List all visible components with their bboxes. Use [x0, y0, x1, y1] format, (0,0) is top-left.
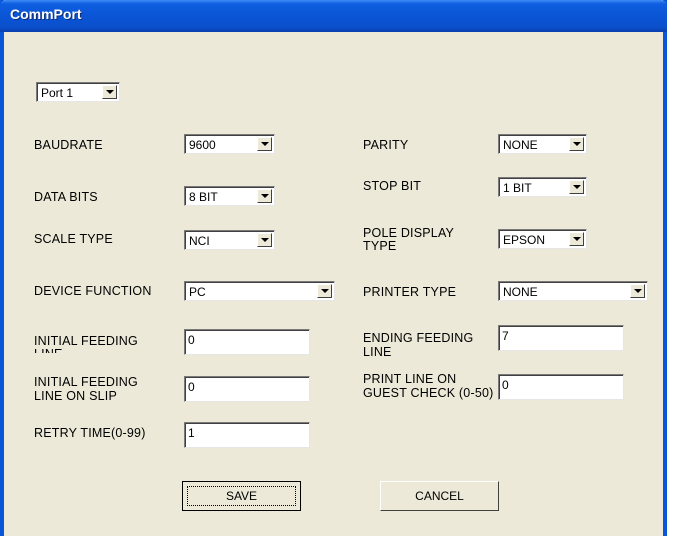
ending-feeding-line-label-line1: ENDING FEEDING [363, 331, 474, 345]
parity-select[interactable]: NONE [498, 134, 587, 154]
chevron-down-icon [573, 185, 581, 189]
chevron-down-icon [106, 90, 114, 94]
chevron-down-icon [261, 142, 269, 146]
ending-feeding-line-input[interactable]: 7 [498, 325, 624, 351]
initial-feeding-line-on-slip-input[interactable]: 0 [184, 376, 310, 402]
retry-time-label: RETRY TIME(0-99) [34, 426, 146, 440]
printer-type-dropdown-button[interactable] [630, 284, 645, 298]
print-line-on-guest-check-input[interactable]: 0 [498, 374, 624, 400]
parity-label: PARITY [363, 138, 409, 152]
printer-type-label: PRINTER TYPE [363, 285, 457, 299]
initial-feeding-line-on-slip-value: 0 [188, 380, 195, 394]
stop-bit-dropdown-button[interactable] [569, 180, 584, 194]
chevron-down-icon [573, 142, 581, 146]
ending-feeding-line-label-line2: LINE [363, 345, 392, 359]
chevron-down-icon [634, 289, 642, 293]
data-bits-dropdown-button[interactable] [257, 189, 272, 203]
parity-dropdown-button[interactable] [569, 137, 584, 151]
stop-bit-select[interactable]: 1 BIT [498, 177, 587, 197]
port-dropdown-button[interactable] [102, 85, 117, 99]
data-bits-value: 8 BIT [189, 190, 218, 204]
port-select[interactable]: Port 1 [36, 82, 120, 102]
device-function-value: PC [189, 285, 206, 299]
device-function-label: DEVICE FUNCTION [34, 284, 152, 298]
device-function-dropdown-button[interactable] [317, 284, 332, 298]
initial-feeding-line-on-slip-label-line2: LINE ON SLIP [34, 389, 117, 403]
printer-type-select[interactable]: NONE [498, 281, 648, 301]
initial-feeding-line-value: 0 [188, 333, 195, 347]
retry-time-input[interactable]: 1 [184, 422, 310, 448]
chevron-down-icon [261, 194, 269, 198]
print-line-on-guest-check-label-line1: PRINT LINE ON [363, 372, 457, 386]
port-select-value: Port 1 [41, 86, 74, 100]
scale-type-label: SCALE TYPE [34, 232, 113, 246]
ending-feeding-line-value: 7 [502, 329, 509, 343]
initial-feeding-line-input[interactable]: 0 [184, 329, 310, 355]
device-function-select[interactable]: PC [184, 281, 335, 301]
cancel-button-label: CANCEL [415, 489, 464, 503]
print-line-on-guest-check-label-line2: GUEST CHECK (0-50) [363, 386, 494, 400]
scale-type-dropdown-button[interactable] [257, 233, 272, 247]
pole-display-type-select[interactable]: EPSON [498, 229, 587, 249]
window-title: CommPort [10, 6, 82, 22]
baudrate-label: BAUDRATE [34, 138, 103, 152]
printer-type-value: NONE [503, 285, 538, 299]
commport-window: CommPort Port 1 BAUDRATE 9600 PARITY NON… [0, 0, 667, 536]
data-bits-select[interactable]: 8 BIT [184, 186, 275, 206]
stop-bit-value: 1 BIT [503, 181, 532, 195]
save-button-focus-ring [187, 486, 296, 506]
parity-value: NONE [503, 138, 538, 152]
chevron-down-icon [261, 238, 269, 242]
retry-time-value: 1 [188, 426, 195, 440]
data-bits-label: DATA BITS [34, 190, 98, 204]
stop-bit-label: STOP BIT [363, 179, 422, 193]
save-button[interactable]: SAVE [182, 481, 301, 511]
chevron-down-icon [573, 237, 581, 241]
cancel-button[interactable]: CANCEL [380, 481, 499, 511]
baudrate-select[interactable]: 9600 [184, 134, 275, 154]
initial-feeding-line-on-slip-label-line1: INITIAL FEEDING [34, 375, 138, 389]
initial-feeding-line-label-line1: INITIAL FEEDING [34, 334, 138, 348]
pole-display-type-dropdown-button[interactable] [569, 232, 584, 246]
print-line-on-guest-check-value: 0 [502, 378, 509, 392]
scale-type-value: NCI [189, 234, 210, 248]
title-bar[interactable]: CommPort [0, 0, 667, 32]
chevron-down-icon [321, 289, 329, 293]
initial-feeding-line-label-line2: LINE [34, 348, 63, 353]
scale-type-select[interactable]: NCI [184, 230, 275, 250]
baudrate-value: 9600 [189, 138, 216, 152]
pole-display-type-label-line2: TYPE [363, 239, 397, 253]
pole-display-type-value: EPSON [503, 233, 546, 247]
baudrate-dropdown-button[interactable] [257, 137, 272, 151]
